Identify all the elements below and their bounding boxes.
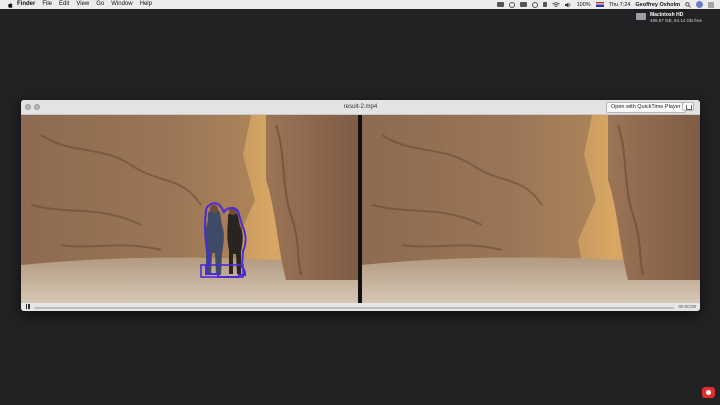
status-app-icon[interactable] [496, 2, 504, 7]
canyon-image-left [21, 115, 358, 303]
video-frame-right [362, 115, 700, 303]
time-machine-icon[interactable] [531, 1, 538, 8]
video-player[interactable] [21, 115, 700, 303]
wifi-icon[interactable] [551, 1, 560, 8]
menu-file[interactable]: File [42, 0, 52, 9]
search-icon[interactable] [685, 1, 691, 8]
time-remaining: 00:00:09 [678, 304, 696, 309]
window-title: result-2.mp4 [343, 104, 378, 110]
desktop-disk[interactable]: Macintosh HD 499.97 GB, 94.14 GB free [636, 12, 716, 24]
quicklook-window: result-2.mp4 Open with QuickTime Player [21, 100, 700, 311]
menu-window[interactable]: Window [111, 0, 132, 9]
pause-icon[interactable] [25, 304, 30, 309]
disk-info: 499.97 GB, 94.14 GB free [650, 18, 703, 23]
avatar[interactable] [696, 1, 703, 8]
share-icon[interactable] [682, 102, 694, 111]
playback-controls: 00:00:09 [21, 303, 700, 311]
window-titlebar[interactable]: result-2.mp4 Open with QuickTime Player [21, 100, 700, 115]
menu-bar: Finder File Edit View Go Window Help 100… [0, 0, 720, 9]
record-icon[interactable] [702, 387, 715, 398]
menu-app-finder[interactable]: Finder [17, 0, 35, 9]
list-icon[interactable] [708, 2, 714, 8]
apple-icon[interactable] [7, 2, 13, 8]
menu-edit[interactable]: Edit [59, 0, 69, 9]
menu-go[interactable]: Go [96, 0, 104, 9]
scrubber-track[interactable] [34, 306, 674, 309]
battery-percent[interactable]: 100% [577, 2, 591, 8]
clock[interactable]: Thu 7:24 [609, 2, 631, 8]
menu-view[interactable]: View [76, 0, 89, 9]
flag-icon[interactable] [595, 2, 604, 7]
menu-help[interactable]: Help [140, 0, 152, 9]
video-frame-left [21, 115, 358, 303]
open-with-quicktime-button[interactable]: Open with QuickTime Player [606, 102, 686, 113]
volume-icon[interactable] [564, 2, 572, 8]
status-sync-icon[interactable] [508, 1, 515, 8]
user-name[interactable]: Geoffrey Oxholm [635, 2, 680, 8]
hard-drive-icon[interactable] [636, 13, 646, 20]
status-dropbox-icon[interactable] [519, 2, 527, 7]
bluetooth-icon[interactable] [542, 2, 547, 7]
status-area: 100% Thu 7:24 Geoffrey Oxholm [496, 0, 714, 9]
canyon-image-right [362, 115, 700, 303]
